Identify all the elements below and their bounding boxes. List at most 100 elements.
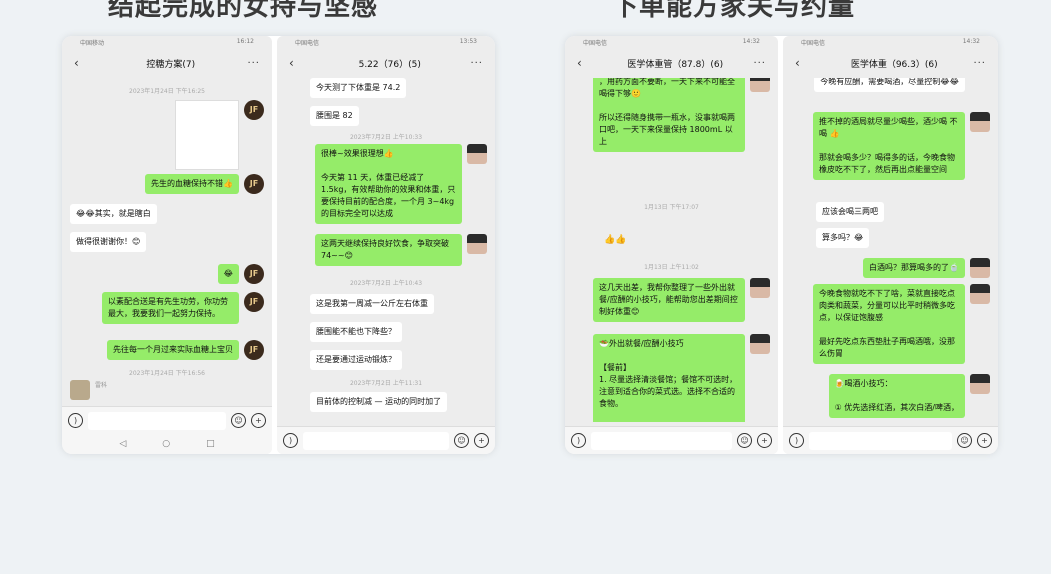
avatar[interactable] (970, 374, 990, 394)
emoji-icon[interactable]: ☺ (231, 413, 246, 428)
message-input[interactable] (303, 431, 449, 450)
plus-icon[interactable]: + (474, 433, 489, 448)
message-bubble[interactable]: 应该会喝三两吧 (816, 202, 884, 222)
message-row: 🥗外出就餐/应酬小技巧 【餐前】 1. 尽量选择清淡餐馆；餐馆不可选时，注意到适… (573, 334, 770, 422)
avatar[interactable] (750, 278, 770, 298)
message-bubble[interactable]: 做得很谢谢你！😊 (70, 232, 147, 252)
chart-screenshot-image[interactable] (175, 100, 239, 170)
avatar[interactable] (467, 144, 487, 164)
avatar[interactable] (970, 112, 990, 132)
avatar[interactable] (750, 334, 770, 354)
plus-icon[interactable]: + (757, 433, 772, 448)
message-row: 🍺喝酒小技巧： ① 优先选择红酒，其次白酒/啤酒， (791, 374, 990, 418)
heading-right: 下单能方家关与约量 (612, 0, 856, 22)
message-row: 先生的血糖保持不错👍 JF (70, 174, 264, 194)
message-row: 很棒~效果很理想👍 今天第 11 天，体重已经减了 1.5kg，有效帮助你的效果… (285, 144, 487, 224)
status-bar: 中国电信 13:53 (277, 36, 495, 48)
plus-icon[interactable]: + (251, 413, 266, 428)
more-icon[interactable]: ··· (973, 58, 986, 69)
avatar[interactable]: JF (244, 264, 264, 284)
clock-text: 14:32 (742, 38, 760, 45)
message-bubble[interactable]: 目前体的控制减 — 运动的同时加了 (310, 392, 448, 412)
avatar[interactable] (285, 78, 305, 98)
emoji-icon[interactable]: ☺ (957, 433, 972, 448)
input-bar: ) ☺ + (565, 426, 778, 454)
avatar[interactable] (467, 234, 487, 254)
phone-screen: 中国电信 14:32 ‹ 医学体重（96.3）(6) ··· 今晚有应酬，需要喝… (783, 36, 998, 454)
avatar[interactable] (750, 78, 770, 92)
avatar[interactable] (573, 230, 593, 250)
message-bubble[interactable]: 腰围能不能也下降些？ (310, 322, 402, 342)
message-bubble[interactable]: 今晚食物就吃不下了啥，菜就直接吃点肉类和蔬菜，分量可以比平时稍微多吃点，以保证饱… (813, 284, 965, 364)
more-icon[interactable]: ··· (470, 58, 483, 69)
avatar[interactable] (970, 258, 990, 278)
message-input[interactable] (88, 411, 226, 430)
phone-screen: 中国电信 13:53 ‹ 5.22（76）(5) ··· 今天测了下体重是 74… (277, 36, 495, 454)
voice-icon[interactable]: ) (68, 413, 83, 428)
message-row: 腰围能不能也下降些？ (285, 322, 487, 342)
message-bubble[interactable]: 今天测了下体重是 74.2 (310, 78, 407, 98)
chat-title: 医学体重管（87.8）(6) (627, 59, 724, 70)
avatar[interactable] (285, 392, 305, 412)
message-bubble[interactable]: 以素配合送是有先生功劳，你功劳最大，我要我们一起努力保持。 (102, 292, 239, 324)
message-bubble[interactable]: 很棒~效果很理想👍 今天第 11 天，体重已经减了 1.5kg，有效帮助你的效果… (315, 144, 462, 224)
message-bubble[interactable]: 这几天出差，我帮你整理了一些外出就餐/应酬的小技巧，能帮助您出差期间控制好体重😊 (593, 278, 745, 322)
message-bubble[interactable]: 先往每一个月过来实际血糖上宝贝 (107, 340, 239, 360)
message-bubble[interactable]: 还是要通过运动锻炼？ (310, 350, 402, 370)
sticker-message[interactable]: 👍👍 (598, 230, 632, 250)
message-bubble[interactable]: 🍺喝酒小技巧： ① 优先选择红酒，其次白酒/啤酒， (828, 374, 965, 418)
avatar[interactable] (970, 78, 990, 92)
message-bubble[interactable]: 白酒吗？那算喝多的了🍵 (863, 258, 965, 278)
back-arrow-icon[interactable]: ‹ (289, 56, 309, 70)
message-bubble[interactable]: 😂😂其实，就是瞎白 (70, 204, 157, 224)
message-bubble[interactable]: ，用药方面不要断，一天下来不可能全喝得下够🙂 所以还得随身携带一瓶水，没事就喝两… (593, 78, 745, 152)
back-arrow-icon[interactable]: ‹ (577, 56, 597, 70)
back-arrow-icon[interactable]: ‹ (795, 56, 815, 70)
message-bubble[interactable]: 🥗外出就餐/应酬小技巧 【餐前】 1. 尽量选择清淡餐馆；餐馆不可选时，注意到适… (593, 334, 745, 422)
avatar[interactable]: JF (244, 174, 264, 194)
message-bubble[interactable]: 这两天继续保持良好饮食，争取突破 74~~😊 (315, 234, 462, 266)
message-bubble[interactable]: 先生的血糖保持不错👍 (145, 174, 239, 194)
message-bubble[interactable]: 今晚有应酬，需要喝酒，尽量控制😂😂 (814, 78, 965, 92)
message-input[interactable] (591, 431, 732, 450)
avatar[interactable] (791, 228, 811, 248)
avatar[interactable] (285, 350, 305, 370)
emoji-icon[interactable]: ☺ (454, 433, 469, 448)
heading-left: 结起完成的女持与坚感 (108, 0, 379, 22)
avatar[interactable] (285, 106, 305, 126)
message-bubble[interactable]: 算多吗？😂 (816, 228, 870, 248)
chat-title: 医学体重（96.3）(6) (850, 59, 938, 70)
recent-key-icon[interactable]: □ (206, 439, 215, 449)
message-row: 这是我第一周减一公斤左右体重 (285, 294, 487, 314)
back-arrow-icon[interactable]: ‹ (74, 56, 94, 70)
avatar[interactable] (70, 380, 90, 400)
back-key-icon[interactable]: ◁ (119, 439, 126, 449)
message-bubble[interactable]: 这是我第一周减一公斤左右体重 (310, 294, 434, 314)
avatar[interactable]: JF (244, 100, 264, 120)
message-row: ，用药方面不要断，一天下来不可能全喝得下够🙂 所以还得随身携带一瓶水，没事就喝两… (573, 78, 770, 152)
message-list: 2023年1月24日 下午16:25 JF 先生的血糖保持不错👍 JF 😂😂其实… (62, 78, 272, 422)
avatar[interactable]: JF (244, 340, 264, 360)
emoji-icon[interactable]: ☺ (737, 433, 752, 448)
message-bubble[interactable]: 推不掉的酒局就尽量少喝些，酒少喝 不喝 👍 那就会喝多少？喝得多的话，今晚食物橡… (813, 112, 965, 180)
message-row: 以素配合送是有先生功劳，你功劳最大，我要我们一起努力保持。 JF (70, 292, 264, 324)
avatar[interactable] (285, 294, 305, 314)
avatar[interactable] (791, 202, 811, 222)
avatar[interactable] (970, 284, 990, 304)
home-key-icon[interactable]: ○ (162, 439, 170, 449)
more-icon[interactable]: ··· (247, 58, 260, 69)
message-bubble[interactable]: 😂 (217, 264, 239, 284)
timestamp: 2023年7月2日 上午10:33 (349, 134, 423, 141)
plus-icon[interactable]: + (977, 433, 992, 448)
message-input[interactable] (809, 431, 952, 450)
more-icon[interactable]: ··· (753, 58, 766, 69)
voice-icon[interactable]: ) (283, 433, 298, 448)
avatar[interactable] (285, 322, 305, 342)
voice-icon[interactable]: ) (571, 433, 586, 448)
avatar[interactable]: JF (244, 292, 264, 312)
carrier-text: 中国电信 (295, 40, 320, 47)
message-list: 今晚有应酬，需要喝酒，尽量控制😂😂 推不掉的酒局就尽量少喝些，酒少喝 不喝 👍 … (783, 78, 998, 422)
voice-icon[interactable]: ) (789, 433, 804, 448)
clock-text: 14:32 (962, 38, 980, 45)
message-bubble[interactable]: 腰围是 82 (310, 106, 359, 126)
